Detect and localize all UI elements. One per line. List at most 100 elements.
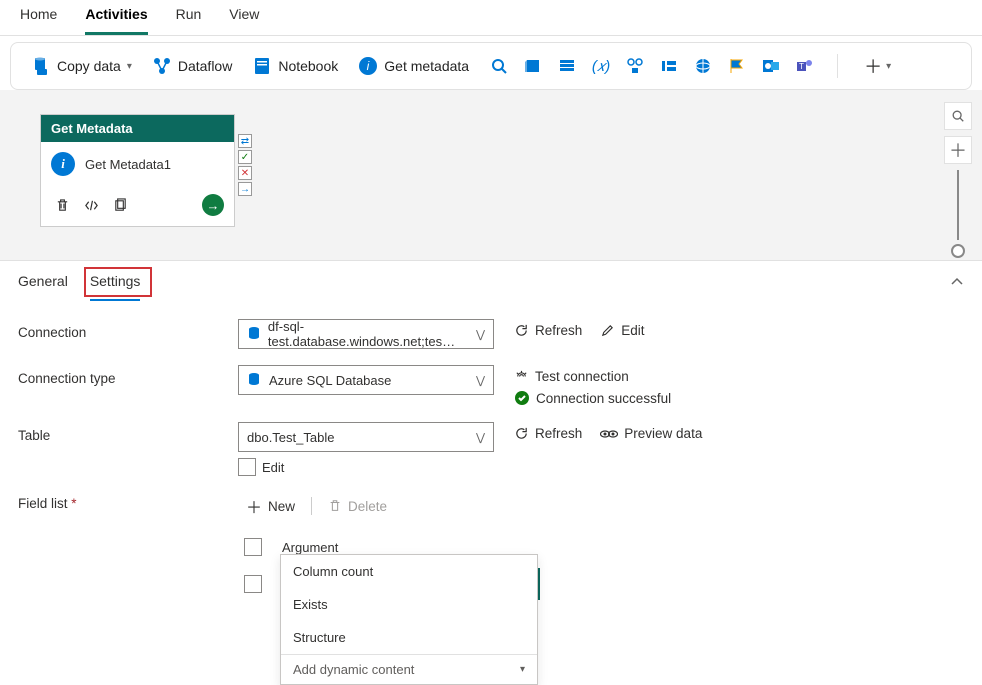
toolbar: Copy data ▾ Dataflow Notebook i Get meta… [10, 42, 972, 90]
select-all-checkbox[interactable] [244, 538, 262, 556]
connection-type-dropdown[interactable]: Azure SQL Database ⋁ [238, 365, 494, 395]
refresh-label: Refresh [535, 323, 582, 338]
align-icon[interactable] [659, 56, 679, 76]
add-dynamic-content[interactable]: Add dynamic content ▾ [281, 654, 537, 684]
top-nav: Home Activities Run View [0, 0, 982, 36]
add-activity-button[interactable]: ＋ ▾ [860, 49, 895, 83]
code-icon[interactable] [84, 198, 99, 213]
divider [311, 497, 312, 515]
copy-icon[interactable] [113, 198, 128, 213]
collapse-icon[interactable] [950, 275, 964, 289]
option-structure[interactable]: Structure [281, 621, 537, 654]
get-metadata-label: Get metadata [384, 58, 469, 74]
field-list-controls: ＋ New Delete [238, 490, 395, 522]
chevron-down-icon: ▾ [127, 61, 132, 72]
success-icon [514, 390, 530, 406]
tab-activities[interactable]: Activities [85, 6, 147, 35]
handle-fail[interactable]: ✕ [238, 166, 252, 180]
option-column-count[interactable]: Column count [281, 555, 537, 588]
edit-checkbox-label: Edit [262, 460, 284, 475]
tab-view[interactable]: View [229, 6, 259, 35]
notebook-label: Notebook [278, 58, 338, 74]
row-field-list: Field list ＋ New Delete [18, 490, 964, 522]
connection-label: Connection [18, 319, 238, 340]
svg-text:T: T [799, 62, 804, 71]
table-dropdown[interactable]: dbo.Test_Table ⋁ [238, 422, 494, 452]
search-icon[interactable] [489, 56, 509, 76]
connection-status: Connection successful [514, 390, 671, 406]
preview-icon [600, 428, 618, 440]
handle-output[interactable]: ⇄ [238, 134, 252, 148]
outlook-icon[interactable] [761, 56, 781, 76]
chevron-down-icon: ⋁ [476, 328, 485, 341]
delete-label: Delete [348, 499, 387, 514]
refresh-connection-button[interactable]: Refresh [514, 323, 582, 338]
toolbar-dataflow[interactable]: Dataflow [142, 52, 242, 80]
table-icon[interactable] [557, 56, 577, 76]
option-exists[interactable]: Exists [281, 588, 537, 621]
script-icon[interactable] [523, 56, 543, 76]
edit-table-checkbox[interactable] [238, 458, 256, 476]
field-list-label: Field list [18, 490, 238, 511]
database-icon [247, 326, 262, 342]
toolbar-notebook[interactable]: Notebook [242, 52, 348, 80]
canvas-zoom-in-icon[interactable]: ＋ [944, 136, 972, 164]
canvas-right-tools: ＋ [944, 102, 972, 258]
preview-data-label: Preview data [624, 426, 702, 441]
edit-connection-button[interactable]: Edit [600, 323, 644, 338]
chevron-down-icon: ⋁ [476, 431, 485, 444]
handle-success[interactable]: ✓ [238, 150, 252, 164]
activity-name: Get Metadata1 [85, 157, 171, 172]
detail-tabs: General Settings [0, 260, 982, 301]
edit-label: Edit [621, 323, 644, 338]
delete-icon[interactable] [55, 198, 70, 213]
connection-type-label: Connection type [18, 365, 238, 386]
tab-settings[interactable]: Settings [90, 273, 141, 301]
card-title: Get Metadata [41, 115, 234, 142]
table-value: dbo.Test_Table [247, 430, 334, 445]
row-connection: Connection df-sql-test.database.windows.… [18, 319, 964, 349]
edit-icon [600, 323, 615, 338]
preview-data-button[interactable]: Preview data [600, 426, 702, 441]
activity-card[interactable]: Get Metadata i Get Metadata1 → [40, 114, 235, 227]
test-connection-button[interactable]: Test connection [514, 369, 629, 384]
canvas[interactable]: Get Metadata i Get Metadata1 → ⇄ ✓ ✕ → [0, 90, 982, 260]
canvas-zoom-handle[interactable] [951, 244, 965, 258]
table-label: Table [18, 422, 238, 443]
chevron-down-icon: ⋁ [476, 374, 485, 387]
globe-icon[interactable] [693, 56, 713, 76]
teams-icon[interactable]: T [795, 56, 815, 76]
settings-form: Connection df-sql-test.database.windows.… [0, 301, 982, 522]
plus-icon: ＋ [246, 494, 262, 518]
flag-icon[interactable] [727, 56, 747, 76]
tab-run[interactable]: Run [176, 6, 202, 35]
canvas-search-icon[interactable] [944, 102, 972, 130]
row-checkbox[interactable] [244, 575, 262, 593]
tab-general[interactable]: General [18, 273, 68, 301]
toolbar-get-metadata[interactable]: i Get metadata [348, 52, 479, 80]
refresh-icon [514, 323, 529, 338]
delete-button[interactable]: Delete [320, 495, 395, 518]
refresh-table-button[interactable]: Refresh [514, 426, 582, 441]
run-icon[interactable]: → [202, 194, 224, 216]
notebook-icon [252, 56, 272, 76]
svg-text:i: i [367, 59, 370, 73]
card-footer: → [41, 188, 234, 226]
toolbar-copy-data[interactable]: Copy data ▾ [21, 52, 142, 80]
connection-type-value: Azure SQL Database [269, 373, 391, 388]
handle-skip[interactable]: → [238, 182, 252, 196]
chevron-down-icon: ▾ [886, 61, 891, 72]
tab-home[interactable]: Home [20, 6, 57, 35]
dependency-icon[interactable] [625, 56, 645, 76]
delete-icon [328, 499, 342, 513]
connection-dropdown[interactable]: df-sql-test.database.windows.net;tes… ⋁ [238, 319, 494, 349]
dynamic-label: Add dynamic content [293, 662, 414, 677]
connection-status-label: Connection successful [536, 391, 671, 406]
card-side-handles: ⇄ ✓ ✕ → [238, 134, 252, 196]
canvas-zoom-track[interactable] [957, 170, 959, 240]
options-scroll[interactable]: Column count Exists Structure [281, 555, 537, 654]
new-button[interactable]: ＋ New [238, 490, 303, 522]
copy-data-icon [31, 56, 51, 76]
variable-icon[interactable]: (𝑥) [591, 56, 611, 76]
toolbar-icon-row: (𝑥) T ＋ ▾ [489, 49, 895, 83]
